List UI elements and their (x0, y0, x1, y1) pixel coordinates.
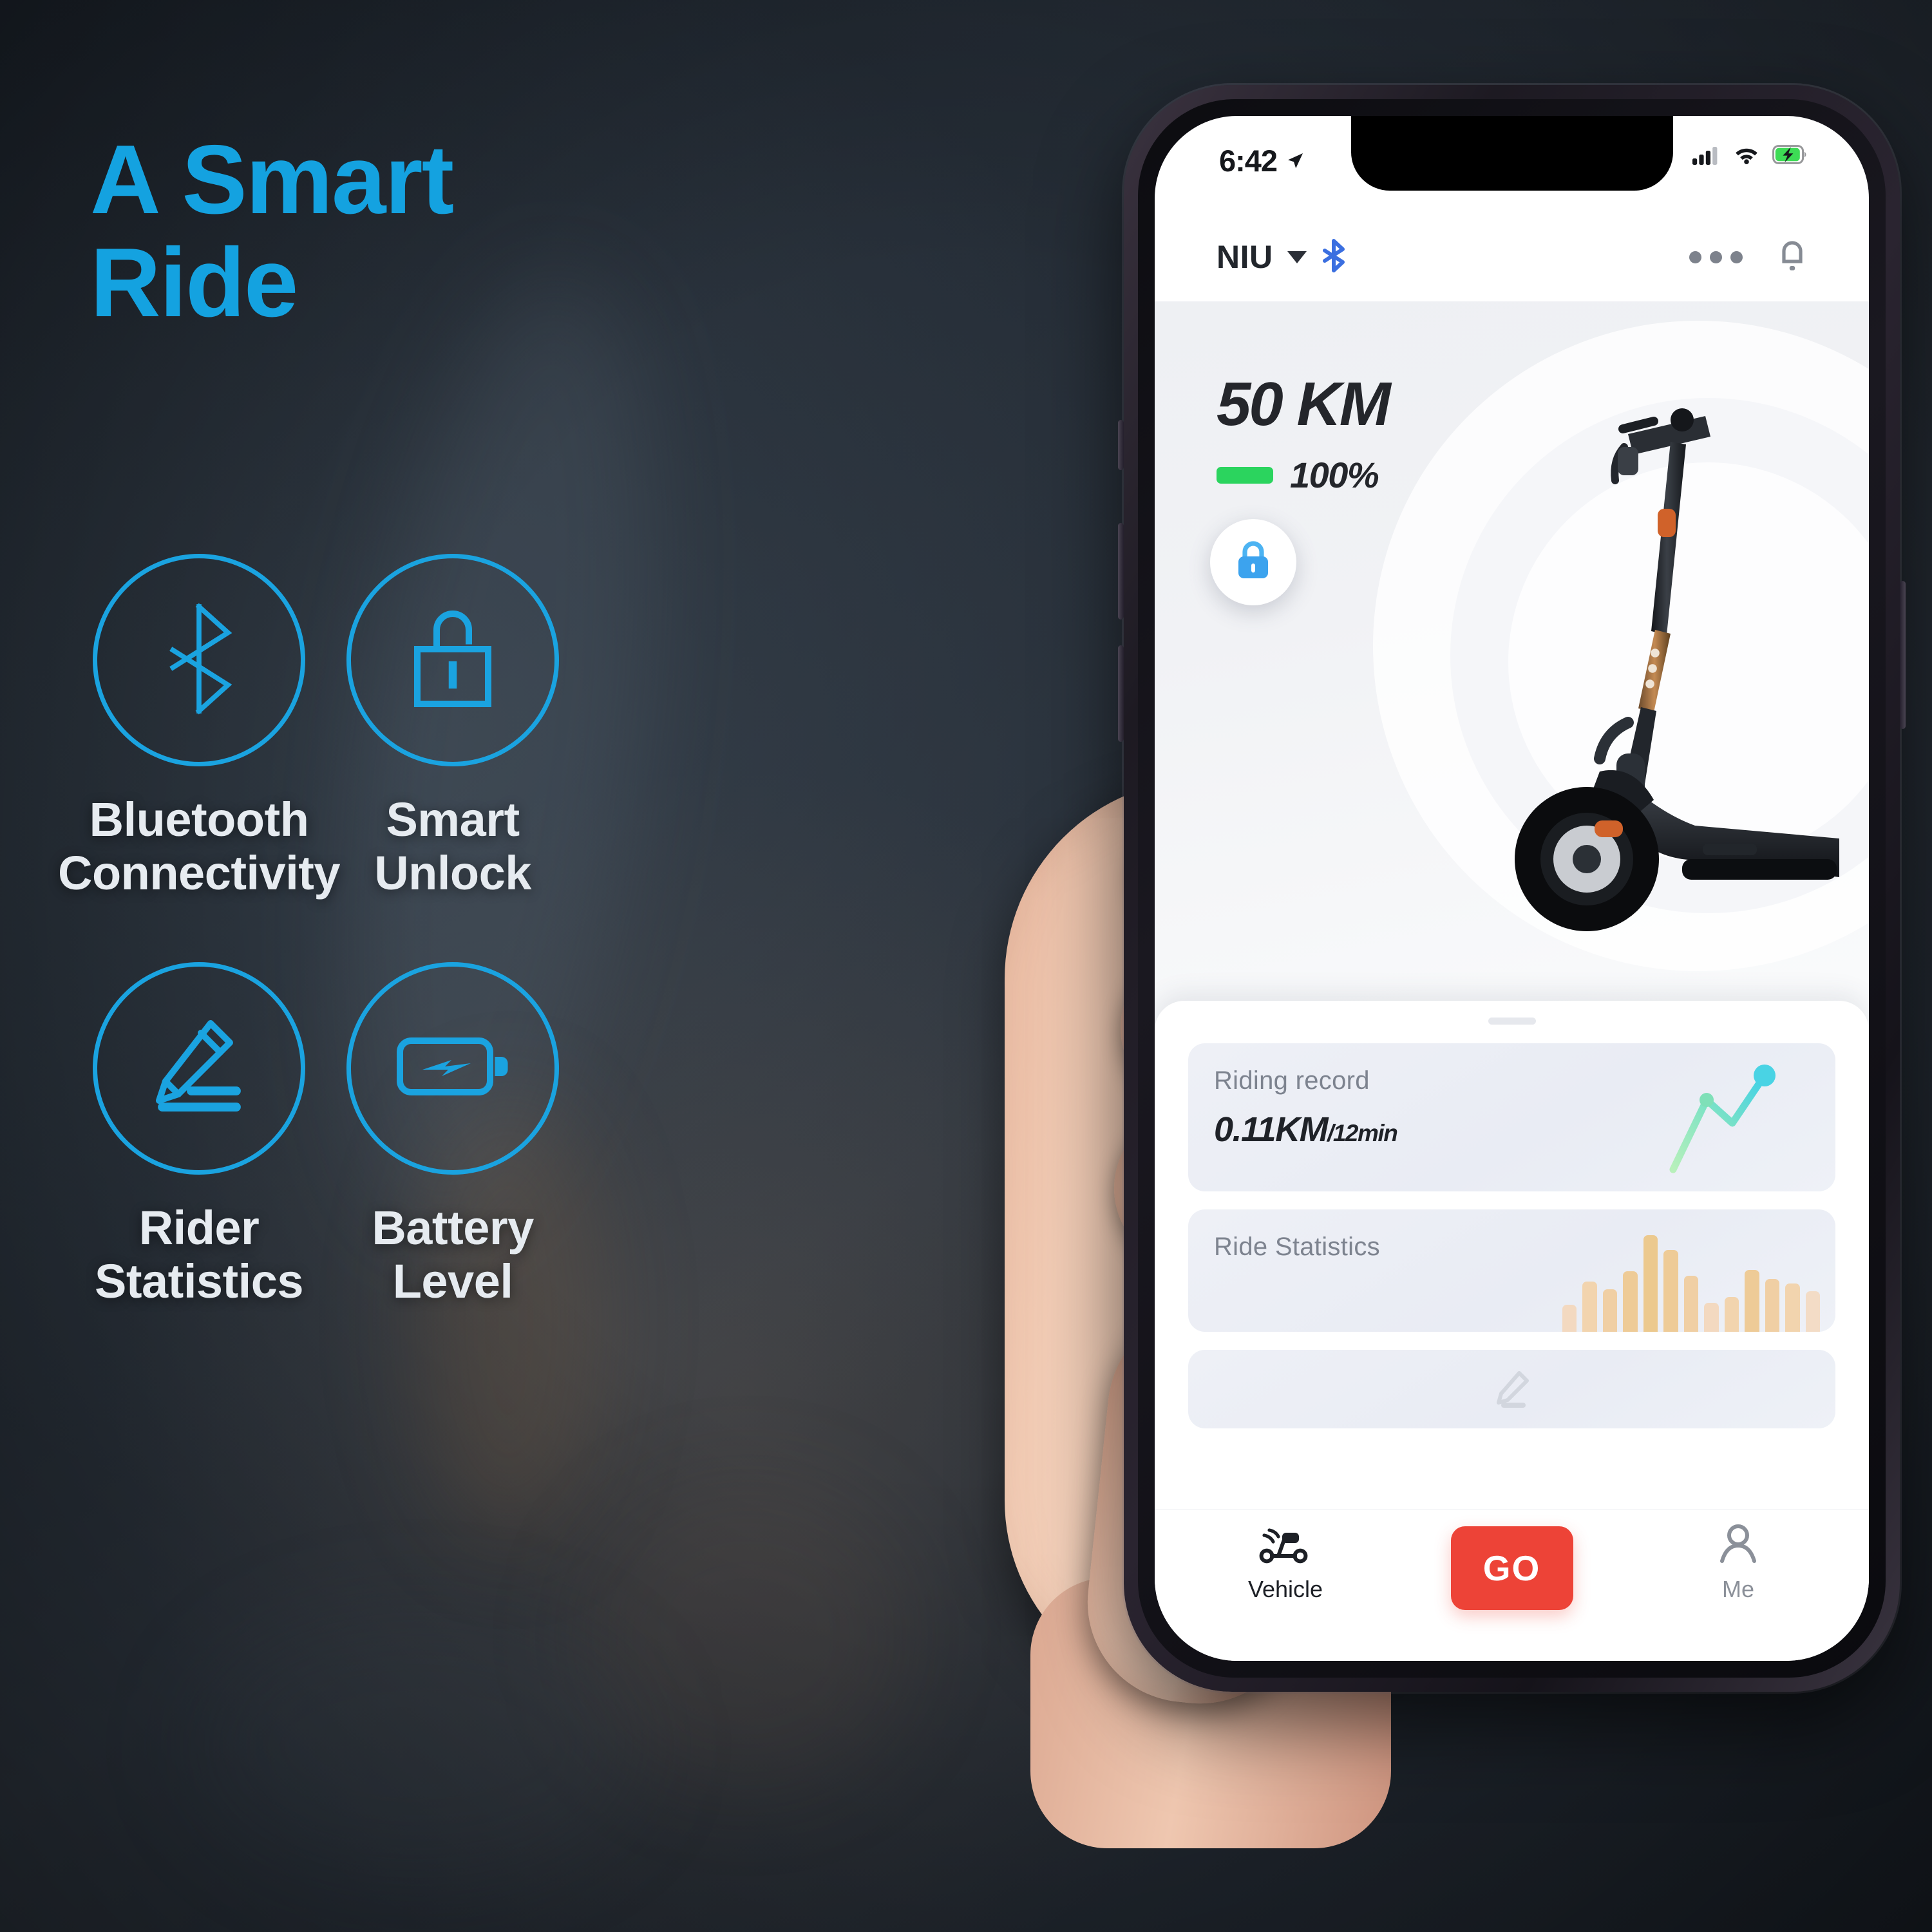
battery-bar (1217, 466, 1273, 484)
battery-percent: 100% (1290, 455, 1379, 495)
power-button[interactable] (1900, 581, 1906, 729)
feature-smart-unlock: Smart Unlock (346, 554, 560, 900)
go-button-label: GO (1482, 1548, 1541, 1588)
tab-me[interactable]: Me (1677, 1524, 1799, 1603)
volume-down-button[interactable] (1118, 645, 1124, 742)
bar-chart (1562, 1235, 1821, 1332)
feature-label: Battery Level (372, 1200, 534, 1308)
status-time: 6:42 (1219, 144, 1278, 178)
feature-label: Bluetooth Connectivity (58, 793, 341, 900)
bell-icon[interactable] (1777, 238, 1807, 276)
tab-label: Me (1721, 1576, 1754, 1602)
brand-selector[interactable]: NIU (1217, 238, 1347, 276)
feature-icon-circle (93, 961, 306, 1175)
range-readout: 50 KM 100% (1217, 369, 1391, 496)
bluetooth-icon[interactable] (1321, 238, 1347, 276)
lock-icon (1233, 539, 1273, 586)
wifi-icon (1733, 144, 1760, 168)
bar (1663, 1249, 1678, 1332)
hero-section: 50 KM 100% (1155, 301, 1869, 1030)
pencil-icon (1492, 1368, 1532, 1411)
bar (1785, 1283, 1800, 1332)
bottom-sheet[interactable]: Riding record 0.11KM/12min Ride Statisti… (1155, 1001, 1869, 1509)
tab-vehicle[interactable]: Vehicle (1224, 1524, 1347, 1603)
trend-line-chart (1547, 1061, 1817, 1176)
battery-bolt-icon (393, 1028, 513, 1108)
feature-icon-circle (346, 961, 560, 1175)
status-bar: 6:42 (1155, 116, 1869, 213)
bar (1765, 1278, 1780, 1332)
more-dots-icon[interactable] (1689, 251, 1743, 263)
bar (1643, 1235, 1658, 1332)
go-button[interactable]: GO (1450, 1526, 1573, 1610)
tab-label: Vehicle (1247, 1576, 1323, 1602)
page-title: A Smart Ride (90, 125, 454, 337)
bluetooth-icon (151, 601, 247, 720)
bar (1602, 1289, 1618, 1332)
phone-device: 50 KM 100% 6:42 NIU Riding record 0.11KM… (1118, 85, 1906, 1692)
feature-label: Rider Statistics (95, 1200, 304, 1308)
feature-battery-level: Battery Level (346, 961, 560, 1309)
electric-scooter-image (1489, 385, 1850, 965)
silent-switch[interactable] (1118, 420, 1124, 470)
sheet-drag-handle[interactable] (1488, 1018, 1536, 1025)
bar (1683, 1276, 1699, 1332)
bar (1582, 1282, 1597, 1332)
bar (1562, 1305, 1577, 1332)
app-header: NIU (1155, 213, 1869, 301)
pencil-writing-icon (143, 1010, 256, 1126)
person-icon (1717, 1524, 1759, 1567)
status-time-group: 6:42 (1219, 143, 1305, 178)
location-arrow-icon (1285, 143, 1305, 178)
bottom-tab-bar: Vehicle GO Me (1155, 1509, 1869, 1661)
range-value: 50 KM (1217, 370, 1391, 439)
status-indicators (1692, 144, 1807, 168)
chevron-down-icon[interactable] (1287, 251, 1307, 263)
phone-screen[interactable]: 50 KM 100% 6:42 NIU Riding record 0.11KM… (1155, 116, 1869, 1661)
feature-rider-statistics: Rider Statistics (58, 961, 340, 1309)
volume-up-button[interactable] (1118, 523, 1124, 620)
ride-statistics-card[interactable]: Ride Statistics (1188, 1209, 1835, 1332)
feature-bluetooth-connectivity: Bluetooth Connectivity (58, 554, 341, 900)
card-list: Riding record 0.11KM/12min Ride Statisti… (1188, 1043, 1835, 1428)
feature-label: Smart Unlock (374, 793, 531, 900)
lock-button[interactable] (1210, 519, 1296, 605)
battery-readout: 100% (1217, 454, 1389, 496)
brand-name: NIU (1217, 239, 1273, 275)
notch (1350, 116, 1673, 191)
edit-record-card[interactable] (1188, 1350, 1835, 1428)
bar (1623, 1271, 1638, 1332)
battery-charging-icon (1772, 145, 1807, 167)
bar (1724, 1297, 1739, 1332)
bar (1745, 1270, 1759, 1332)
feature-icon-circle (346, 554, 560, 766)
app-header-actions (1689, 238, 1807, 276)
bar (1704, 1303, 1719, 1332)
unlock-padlock-icon (401, 604, 504, 717)
bar (1805, 1291, 1821, 1332)
riding-record-card[interactable]: Riding record 0.11KM/12min (1188, 1043, 1835, 1191)
feature-grid: Bluetooth Connectivity Smart Unlock Ride… (58, 554, 560, 1309)
scooter-icon (1258, 1524, 1313, 1567)
cellular-signal-icon (1692, 144, 1721, 168)
feature-icon-circle (93, 554, 306, 766)
